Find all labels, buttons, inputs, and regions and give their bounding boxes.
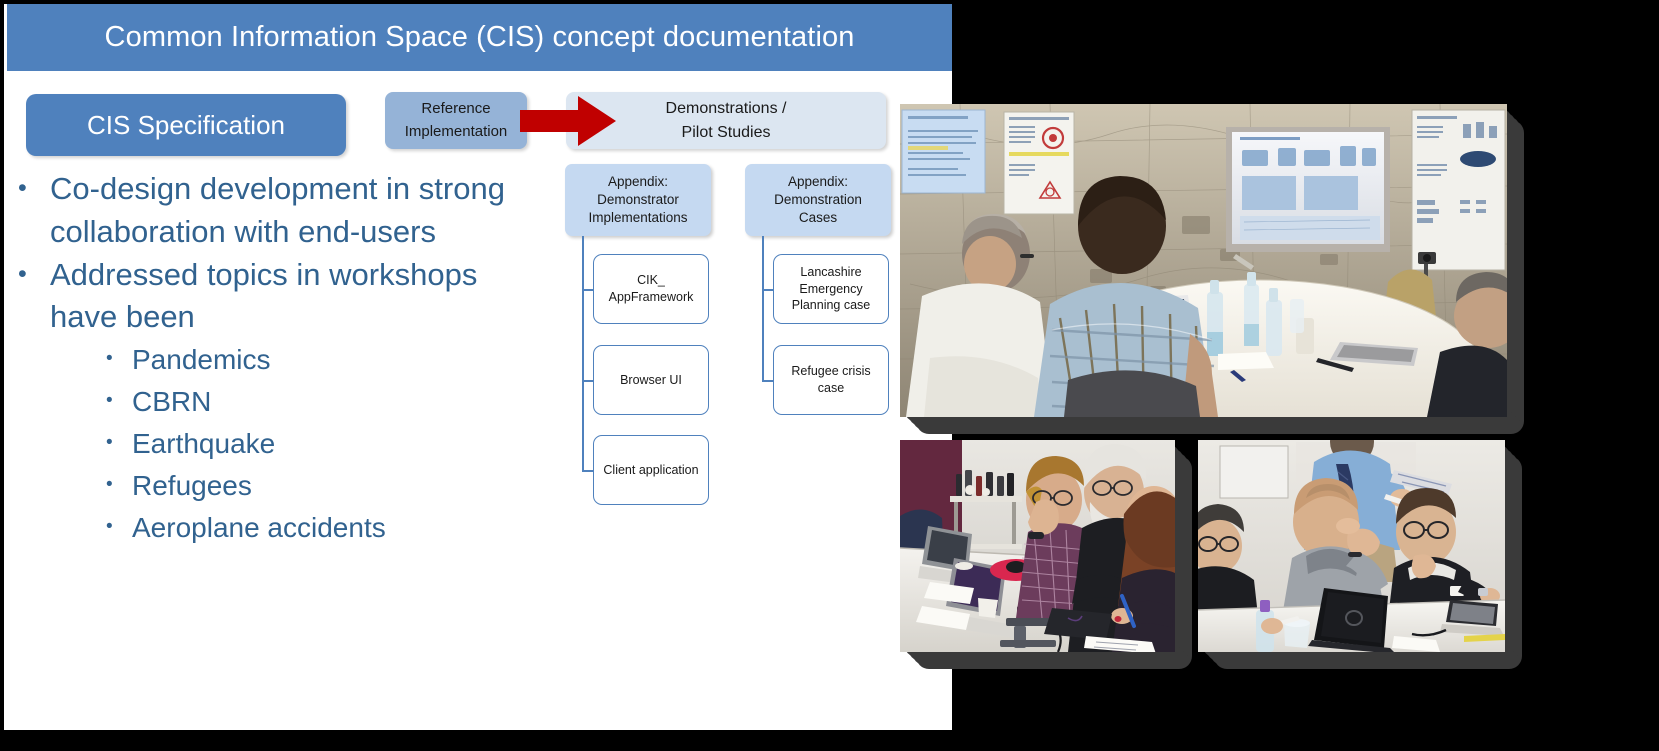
sub-bullet-text: CBRN	[132, 386, 212, 418]
bullet-text: Co-design development in strong collabor…	[50, 171, 505, 249]
bullet-marker: •	[106, 348, 113, 370]
tree-connector-horizontal	[762, 289, 773, 291]
tree-connector-horizontal	[762, 380, 773, 382]
workshop-presentation-photo-frame	[900, 104, 1540, 434]
tree-header-line2: Demonstrator	[597, 192, 679, 208]
bullet-item: • Co-design development in strong collab…	[18, 168, 548, 254]
sub-bullet-item: • Earthquake	[18, 423, 548, 465]
cis-specification-box[interactable]: CIS Specification	[26, 94, 346, 156]
tree-leaf-client-application[interactable]: Client application	[593, 435, 709, 505]
tree-header-demonstrator-implementations[interactable]: Appendix: Demonstrator Implementations	[565, 164, 711, 236]
tree-header-line3: Cases	[798, 209, 838, 225]
sub-bullet-item: • CBRN	[18, 381, 548, 423]
workshop-table-discussion-photo	[900, 440, 1175, 652]
workshop-laptop-session-photo	[1198, 440, 1505, 652]
workshop-presentation-photo	[900, 104, 1507, 417]
sub-bullet-text: Pandemics	[132, 344, 271, 376]
reference-implementation-line2: Implementation	[404, 122, 508, 140]
sub-bullet-item: • Aeroplane accidents	[18, 507, 548, 549]
tree-leaf-label: Browser UI	[620, 372, 682, 387]
tree-leaf-cik-appframework[interactable]: CIK_ AppFramework	[593, 254, 709, 324]
bullet-list: • Co-design development in strong collab…	[18, 168, 548, 549]
tree-connector-horizontal	[582, 380, 593, 382]
slide-title-bar: Common Information Space (CIS) concept d…	[7, 4, 952, 71]
sub-bullet-text: Refugees	[132, 470, 252, 502]
tree-connector-vertical	[762, 236, 764, 381]
tree-connector-horizontal	[582, 470, 593, 472]
bullet-marker: •	[106, 474, 113, 496]
sub-bullet-item: • Pandemics	[18, 339, 548, 381]
bullet-text: Addressed topics in workshops have been	[50, 256, 478, 335]
sub-bullet-text: Earthquake	[132, 428, 276, 460]
workshop-laptop-session-photo-frame	[1198, 440, 1538, 670]
workshop-table-discussion-photo-frame	[900, 440, 1200, 670]
tree-connector-vertical	[582, 236, 584, 472]
bullet-marker: •	[106, 432, 113, 454]
sub-bullet-text: Aeroplane accidents	[132, 512, 386, 544]
bullet-marker: •	[106, 390, 113, 412]
cis-specification-label: CIS Specification	[87, 109, 285, 140]
tree-leaf-label: Lancashire Emergency Planning case	[791, 264, 871, 313]
tree-connector-horizontal	[582, 289, 593, 291]
demonstrations-line2: Pilot Studies	[681, 123, 771, 141]
tree-leaf-refugee-crisis-case[interactable]: Refugee crisis case	[773, 345, 889, 415]
reference-implementation-line1: Reference	[421, 100, 491, 117]
bullet-marker: •	[18, 259, 27, 288]
slide-panel: Common Information Space (CIS) concept d…	[4, 4, 952, 730]
right-arrow-icon	[520, 96, 616, 146]
appendix-tree-diagram: Appendix: Demonstrator Implementations C…	[560, 159, 908, 519]
tree-header-line1: Appendix:	[787, 174, 849, 190]
bullet-item: • Addressed topics in workshops have bee…	[18, 254, 548, 340]
tree-header-line1: Appendix:	[607, 174, 669, 190]
page-title: Common Information Space (CIS) concept d…	[104, 21, 855, 53]
bullet-marker: •	[106, 516, 113, 538]
tree-leaf-label: Client application	[603, 462, 699, 477]
slide-canvas: Common Information Space (CIS) concept d…	[0, 0, 1659, 751]
sub-bullet-item: • Refugees	[18, 465, 548, 507]
reference-implementation-box[interactable]: Reference Implementation	[385, 92, 527, 149]
tree-header-line3: Implementations	[588, 209, 688, 225]
tree-header-demonstration-cases[interactable]: Appendix: Demonstration Cases	[745, 164, 891, 236]
tree-leaf-browser-ui[interactable]: Browser UI	[593, 345, 709, 415]
bullet-marker: •	[18, 174, 27, 202]
tree-header-line2: Demonstration	[774, 192, 862, 208]
demonstrations-line1: Demonstrations /	[665, 99, 787, 117]
tree-leaf-label: Refugee crisis case	[791, 364, 871, 395]
tree-leaf-lancashire-emergency-planning-case[interactable]: Lancashire Emergency Planning case	[773, 254, 889, 324]
tree-leaf-label: CIK_ AppFramework	[608, 273, 694, 304]
